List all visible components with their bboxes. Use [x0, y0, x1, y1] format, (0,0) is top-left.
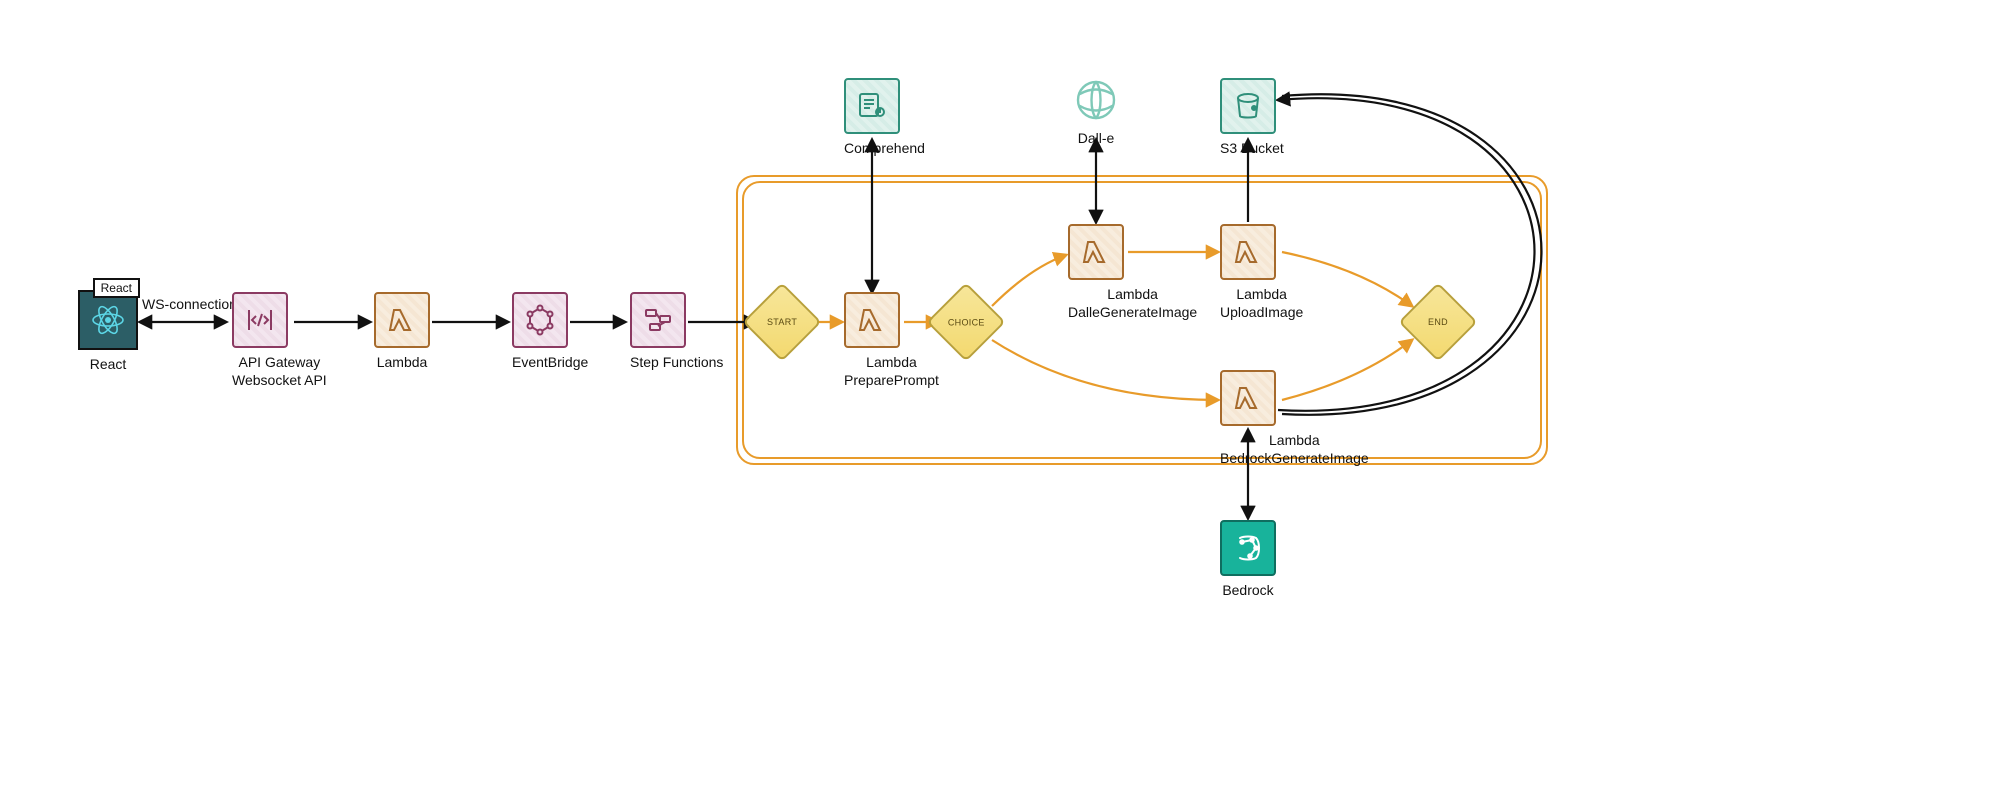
s3-label: S3 Bucket: [1220, 140, 1284, 158]
api-gateway-label-2: Websocket API: [232, 372, 327, 390]
lambda-bedrock-label-2: BedrockGenerateImage: [1220, 450, 1369, 468]
api-gateway-label-1: API Gateway: [238, 354, 320, 370]
react-badge: React: [93, 278, 140, 298]
node-lambda-main: Lambda: [374, 292, 430, 372]
end-diamond: END: [1398, 282, 1477, 361]
start-diamond: START: [742, 282, 821, 361]
end-text: END: [1428, 317, 1448, 327]
eventbridge-icon: [512, 292, 568, 348]
node-choice: CHOICE: [938, 294, 994, 350]
node-lambda-prepare: Lambda PreparePrompt: [844, 292, 939, 389]
lambda-upload-label-1: Lambda: [1236, 286, 1287, 302]
bedrock-icon: [1220, 520, 1276, 576]
comprehend-icon: [844, 78, 900, 134]
lambda-prepare-icon: [844, 292, 900, 348]
s3-icon: [1220, 78, 1276, 134]
choice-text: CHOICE: [948, 317, 985, 327]
node-comprehend: Comprehend: [844, 78, 925, 158]
start-text: START: [767, 317, 797, 327]
lambda-prepare-label-1: Lambda: [866, 354, 917, 370]
lambda-upload-icon: [1220, 224, 1276, 280]
node-dalle: Dall-e: [1068, 72, 1124, 148]
lambda-dalle-label-2: DalleGenerateImage: [1068, 304, 1197, 322]
stepfunctions-label: Step Functions: [630, 354, 723, 372]
react-icon: React: [78, 290, 138, 350]
lambda-dalle-label-1: Lambda: [1107, 286, 1158, 302]
eventbridge-label: EventBridge: [512, 354, 588, 372]
lambda-bedrock-icon: [1220, 370, 1276, 426]
react-label: React: [78, 356, 138, 374]
node-bedrock: Bedrock: [1220, 520, 1276, 600]
node-lambda-upload: Lambda UploadImage: [1220, 224, 1303, 321]
lambda-bedrock-label-1: Lambda: [1269, 432, 1320, 448]
node-api-gateway: API Gateway Websocket API: [232, 292, 327, 389]
dalle-icon: [1068, 72, 1124, 128]
lambda-icon: [374, 292, 430, 348]
node-stepfunctions: Step Functions: [630, 292, 723, 372]
lambda-upload-label-2: UploadImage: [1220, 304, 1303, 322]
lambda-dalle-icon: [1068, 224, 1124, 280]
node-react: React React: [78, 290, 138, 374]
node-start: START: [754, 294, 810, 350]
node-s3: S3 Bucket: [1220, 78, 1284, 158]
api-gateway-icon: [232, 292, 288, 348]
node-lambda-dalle: Lambda DalleGenerateImage: [1068, 224, 1197, 321]
dalle-label: Dall-e: [1068, 130, 1124, 148]
node-lambda-bedrock: Lambda BedrockGenerateImage: [1220, 370, 1369, 467]
edge-label-ws-connection: WS-connection: [142, 296, 237, 312]
lambda-prepare-label-2: PreparePrompt: [844, 372, 939, 390]
node-end: END: [1410, 294, 1466, 350]
choice-diamond: CHOICE: [926, 282, 1005, 361]
stepfunctions-icon: [630, 292, 686, 348]
node-eventbridge: EventBridge: [512, 292, 588, 372]
lambda-main-label: Lambda: [374, 354, 430, 372]
bedrock-label: Bedrock: [1220, 582, 1276, 600]
comprehend-label: Comprehend: [844, 140, 925, 158]
